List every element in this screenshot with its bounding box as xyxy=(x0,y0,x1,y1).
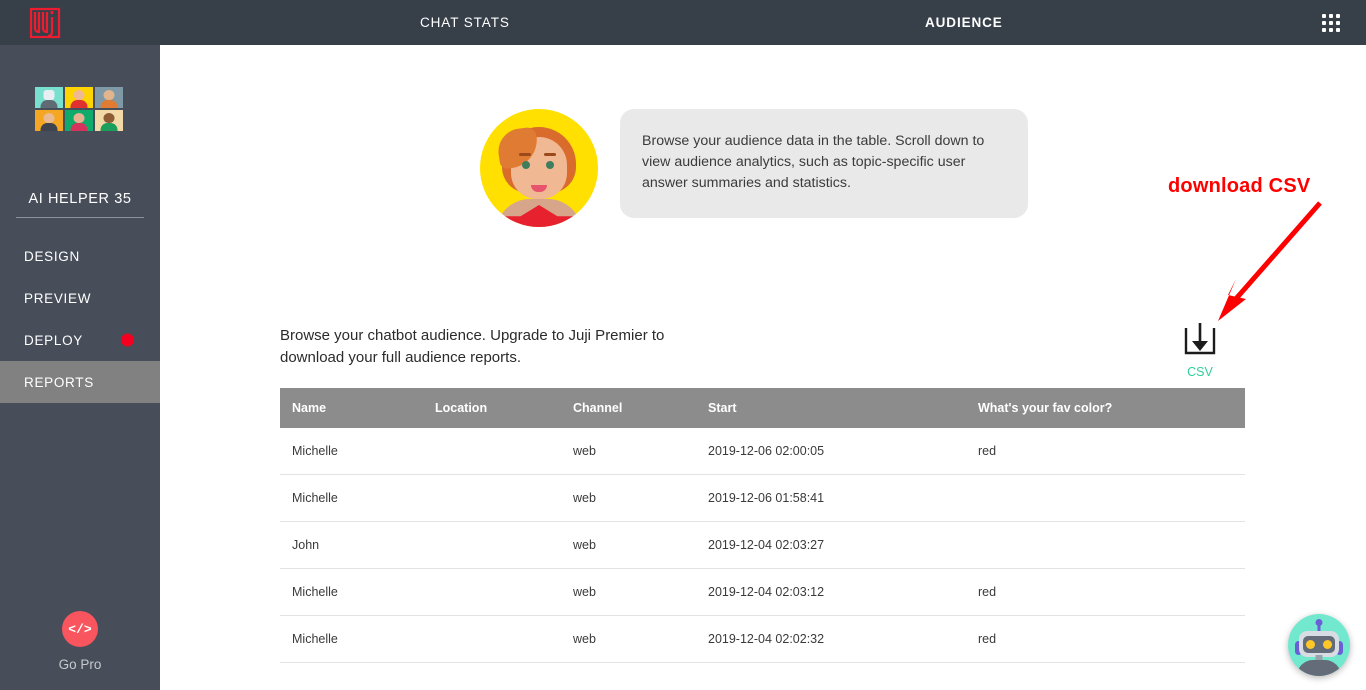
sidebar-divider xyxy=(16,217,144,218)
bot-name-label: AI HELPER 35 xyxy=(28,191,132,207)
sidebar-item-label: DESIGN xyxy=(24,248,80,264)
cell-start: 2019-12-04 02:03:12 xyxy=(696,568,966,616)
avatar-tile xyxy=(35,110,63,131)
sidebar: AI HELPER 35 DESIGN PREVIEW DEPLOY REPOR… xyxy=(0,45,160,690)
avatar-tile xyxy=(95,87,123,108)
avatar-tile xyxy=(65,87,93,108)
annotation-arrow-icon xyxy=(1218,201,1322,321)
cell-name: Michelle xyxy=(280,428,423,475)
go-pro-button[interactable]: </> xyxy=(62,611,98,647)
audience-table: Name Location Channel Start What's your … xyxy=(280,388,1245,663)
deploy-status-badge xyxy=(121,333,134,347)
column-header-start[interactable]: Start xyxy=(696,388,966,428)
cell-start: 2019-12-04 02:02:32 xyxy=(696,615,966,663)
bot-avatar-gallery[interactable] xyxy=(35,87,125,131)
sidebar-item-deploy[interactable]: DEPLOY xyxy=(0,319,160,361)
juji-logo[interactable] xyxy=(28,6,62,39)
sidebar-item-reports[interactable]: REPORTS xyxy=(0,361,160,403)
cell-answer: red xyxy=(966,568,1245,616)
cell-name: Michelle xyxy=(280,615,423,663)
csv-label: CSV xyxy=(1187,365,1213,379)
cell-channel: web xyxy=(561,521,696,569)
app-root: CHAT STATS AUDIENCE AI HELPER 35 DESIGN … xyxy=(0,0,1366,690)
top-navigation-bar: CHAT STATS AUDIENCE xyxy=(0,0,1366,55)
female-assistant-avatar xyxy=(480,109,598,227)
cell-name: John xyxy=(280,521,423,569)
code-icon: </> xyxy=(68,621,92,637)
column-header-answer[interactable]: What's your fav color? xyxy=(966,388,1245,428)
chatbot-launcher-button[interactable] xyxy=(1288,614,1350,676)
cell-channel: web xyxy=(561,428,696,475)
sidebar-item-label: DEPLOY xyxy=(24,332,83,348)
table-row[interactable]: John web 2019-12-04 02:03:27 xyxy=(280,521,1245,569)
cell-location xyxy=(423,615,561,663)
download-icon xyxy=(1184,323,1216,355)
avatar-tile xyxy=(35,87,63,108)
sidebar-item-design[interactable]: DESIGN xyxy=(0,235,160,277)
robot-eye-left xyxy=(1306,640,1315,649)
assistant-message-bubble: Browse your audience data in the table. … xyxy=(620,109,1028,218)
download-csv-button[interactable]: CSV xyxy=(1165,320,1235,379)
cell-channel: web xyxy=(561,474,696,522)
sidebar-nav-list: DESIGN PREVIEW DEPLOY REPORTS xyxy=(0,235,160,403)
sidebar-item-preview[interactable]: PREVIEW xyxy=(0,277,160,319)
table-row[interactable]: Michelle web 2019-12-04 02:03:12 red xyxy=(280,568,1245,616)
audience-table-head: Name Location Channel Start What's your … xyxy=(280,388,1245,428)
robot-eye-right xyxy=(1323,640,1332,649)
avatar-tile xyxy=(95,110,123,131)
table-row[interactable]: Michelle web 2019-12-06 02:00:05 red xyxy=(280,428,1245,475)
column-header-channel[interactable]: Channel xyxy=(561,388,696,428)
audience-table-body: Michelle web 2019-12-06 02:00:05 red Mic… xyxy=(280,428,1245,663)
cell-location xyxy=(423,474,561,522)
table-row[interactable]: Michelle web 2019-12-06 01:58:41 xyxy=(280,474,1245,522)
juji-logo-icon xyxy=(29,7,61,39)
cell-start: 2019-12-06 02:00:05 xyxy=(696,428,966,475)
cell-channel: web xyxy=(561,615,696,663)
cell-answer: red xyxy=(966,428,1245,475)
main-content: Browse your audience data in the table. … xyxy=(160,45,1366,690)
column-header-location[interactable]: Location xyxy=(423,388,561,428)
cell-answer xyxy=(966,521,1245,569)
tab-audience[interactable]: AUDIENCE xyxy=(925,0,1003,45)
cell-answer: red xyxy=(966,615,1245,663)
tab-chat-stats[interactable]: CHAT STATS xyxy=(420,0,510,45)
table-row[interactable]: Michelle web 2019-12-04 02:02:32 red xyxy=(280,615,1245,663)
grid-apps-icon[interactable] xyxy=(1322,14,1340,32)
table-header-row: Name Location Channel Start What's your … xyxy=(280,388,1245,428)
cell-location xyxy=(423,428,561,475)
go-pro-section: </> Go Pro xyxy=(0,611,160,672)
tab-audience-label: AUDIENCE xyxy=(925,15,1003,30)
cell-name: Michelle xyxy=(280,474,423,522)
cell-start: 2019-12-04 02:03:27 xyxy=(696,521,966,569)
cell-channel: web xyxy=(561,568,696,616)
cell-answer xyxy=(966,474,1245,522)
cell-location xyxy=(423,521,561,569)
cell-location xyxy=(423,568,561,616)
column-header-name[interactable]: Name xyxy=(280,388,423,428)
robot-body xyxy=(1297,660,1341,676)
avatar-tile xyxy=(65,110,93,131)
tab-chat-stats-label: CHAT STATS xyxy=(420,15,510,30)
cell-name: Michelle xyxy=(280,568,423,616)
cell-start: 2019-12-06 01:58:41 xyxy=(696,474,966,522)
sidebar-item-label: PREVIEW xyxy=(24,290,92,306)
sidebar-item-label: REPORTS xyxy=(24,374,94,390)
table-description: Browse your chatbot audience. Upgrade to… xyxy=(280,327,665,366)
nav-tabs: CHAT STATS AUDIENCE xyxy=(160,0,1366,45)
go-pro-label: Go Pro xyxy=(58,657,102,672)
